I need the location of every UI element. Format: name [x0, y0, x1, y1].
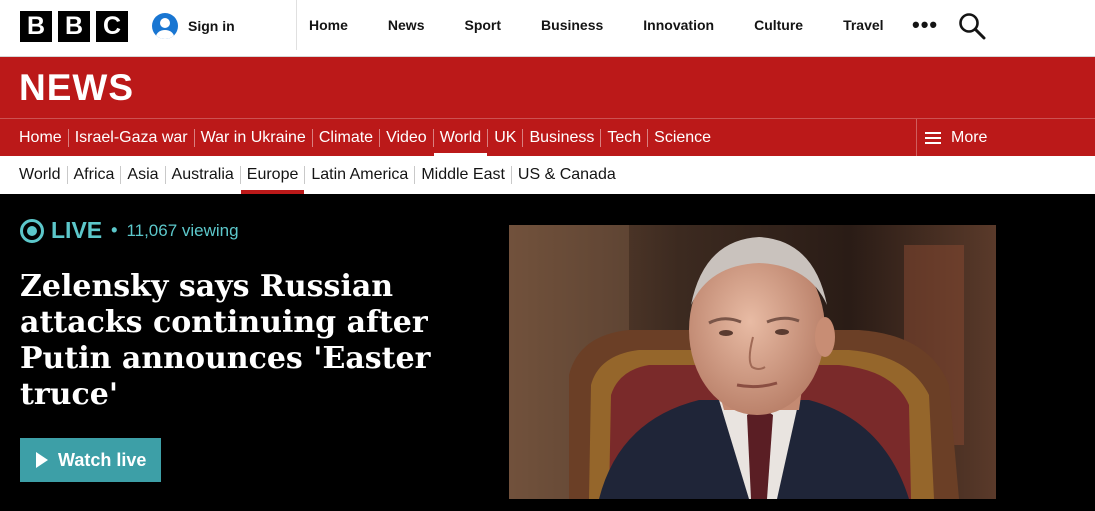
- section-nav: Home Israel-Gaza war War in Ukraine Clim…: [0, 118, 1095, 157]
- global-nav-culture[interactable]: Culture: [734, 0, 823, 50]
- more-label: More: [951, 128, 988, 146]
- news-logo[interactable]: NEWS: [19, 67, 134, 109]
- global-nav-sport[interactable]: Sport: [444, 0, 521, 50]
- section-nav-video[interactable]: Video: [380, 128, 434, 147]
- live-separator: •: [111, 220, 118, 240]
- search-icon[interactable]: [958, 12, 986, 40]
- bbc-global-header: B B C Sign in Home News Sport Business I…: [0, 0, 1095, 57]
- sub-nav-europe[interactable]: Europe: [240, 166, 306, 194]
- global-nav-innovation[interactable]: Innovation: [623, 0, 734, 50]
- sub-nav-world[interactable]: World: [13, 166, 68, 184]
- global-nav-travel[interactable]: Travel: [823, 0, 903, 50]
- sign-in-label: Sign in: [188, 18, 235, 34]
- bbc-logo[interactable]: B B C: [20, 11, 128, 42]
- live-indicator: LIVE • 11,067 viewing: [20, 217, 239, 244]
- user-icon: [152, 13, 178, 39]
- portrait-image: [509, 225, 996, 499]
- sub-nav-australia[interactable]: Australia: [166, 166, 241, 184]
- play-icon: [36, 452, 48, 468]
- logo-letter-c: C: [96, 11, 128, 42]
- menu-icon: [925, 131, 941, 144]
- global-nav-home[interactable]: Home: [297, 0, 368, 50]
- sub-nav-middle-east[interactable]: Middle East: [415, 166, 512, 184]
- story-headline[interactable]: Zelensky says Russian attacks continuing…: [20, 269, 440, 413]
- live-story-hero: LIVE • 11,067 viewing Zelensky says Russ…: [0, 194, 1095, 511]
- logo-letter-b1: B: [20, 11, 52, 42]
- viewer-count: 11,067 viewing: [126, 220, 239, 240]
- section-nav-tech[interactable]: Tech: [601, 128, 649, 147]
- section-nav-business[interactable]: Business: [523, 128, 602, 147]
- sub-nav-africa[interactable]: Africa: [68, 166, 122, 184]
- section-nav-world[interactable]: World: [433, 128, 489, 157]
- world-sub-nav: World Africa Asia Australia Europe Latin…: [0, 156, 1095, 194]
- more-dots-icon[interactable]: •••: [912, 14, 938, 36]
- logo-letter-b2: B: [58, 11, 90, 42]
- section-nav-home[interactable]: Home: [13, 128, 69, 147]
- sub-nav-us-canada[interactable]: US & Canada: [512, 166, 622, 184]
- global-nav-business[interactable]: Business: [521, 0, 623, 50]
- section-nav-war-in-ukraine[interactable]: War in Ukraine: [195, 128, 313, 147]
- sub-nav-latin-america[interactable]: Latin America: [305, 166, 416, 184]
- section-nav-israel-gaza-war[interactable]: Israel-Gaza war: [69, 128, 195, 147]
- sign-in-link[interactable]: Sign in: [152, 13, 235, 39]
- section-nav-more-button[interactable]: More: [916, 119, 1095, 156]
- live-icon: [20, 218, 44, 243]
- section-nav-uk[interactable]: UK: [488, 128, 524, 147]
- story-photo[interactable]: [509, 225, 996, 499]
- section-nav-science[interactable]: Science: [648, 129, 717, 147]
- watch-live-button[interactable]: Watch live: [20, 438, 161, 482]
- global-nav: Home News Sport Business Innovation Cult…: [296, 0, 904, 50]
- global-nav-news[interactable]: News: [368, 0, 445, 50]
- live-label: LIVE: [51, 217, 103, 243]
- sub-nav-asia[interactable]: Asia: [121, 166, 166, 184]
- section-nav-climate[interactable]: Climate: [313, 128, 381, 147]
- news-masthead: NEWS: [0, 57, 1095, 118]
- watch-live-label: Watch live: [58, 449, 147, 470]
